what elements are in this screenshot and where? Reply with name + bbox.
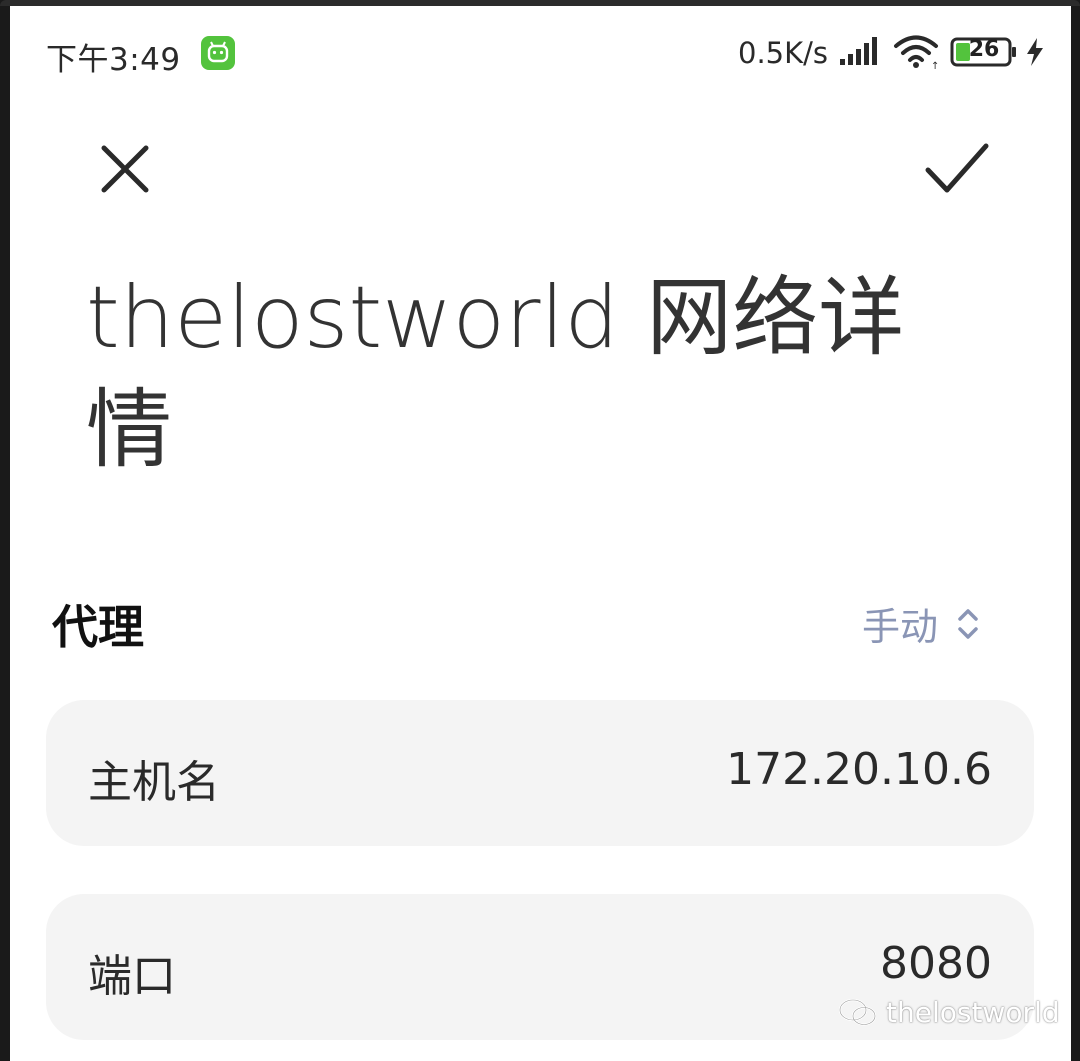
notification-app-icon (201, 36, 235, 70)
proxy-mode-value: 手动 (862, 605, 939, 649)
wechat-icon (838, 998, 877, 1026)
charging-bolt-icon (1027, 38, 1043, 66)
watermark-text: thelostworld (886, 996, 1060, 1029)
svg-text:↑↓: ↑↓ (931, 61, 939, 69)
battery-level: 26 (968, 37, 1000, 62)
watermark: thelostworld (838, 996, 1060, 1029)
hostname-value[interactable]: 172.20.10.6 (726, 744, 992, 795)
port-label: 端口 (88, 951, 176, 1002)
status-bar: 下午3:49 0.5K/s ↑ 26 (10, 6, 1071, 96)
cellular-signal-icon (840, 37, 877, 65)
phone-frame: 下午3:49 0.5K/s ↑ 26 thelostworld 网络详情 代理 … (0, 0, 1080, 1061)
network-speed: 0.5K/s (738, 36, 829, 70)
wifi-icon: ↑↓ (894, 35, 939, 69)
page-title: thelostworld 网络详情 (86, 268, 905, 480)
hostname-label: 主机名 (88, 757, 220, 808)
status-time: 下午3:49 (46, 42, 181, 78)
screen: 下午3:49 0.5K/s ↑ 26 thelostworld 网络详情 代理 … (10, 6, 1071, 1061)
port-value[interactable]: 8080 (880, 938, 992, 989)
device-bezel-left (0, 0, 10, 1061)
close-icon[interactable] (98, 142, 152, 196)
proxy-section-label: 代理 (52, 600, 144, 654)
check-icon[interactable] (922, 140, 992, 198)
proxy-mode-select[interactable]: 手动 (862, 596, 980, 651)
hostname-field[interactable]: 主机名 172.20.10.6 (46, 700, 1034, 846)
chevron-updown-icon (958, 608, 978, 639)
device-bezel-right (1071, 0, 1080, 1061)
